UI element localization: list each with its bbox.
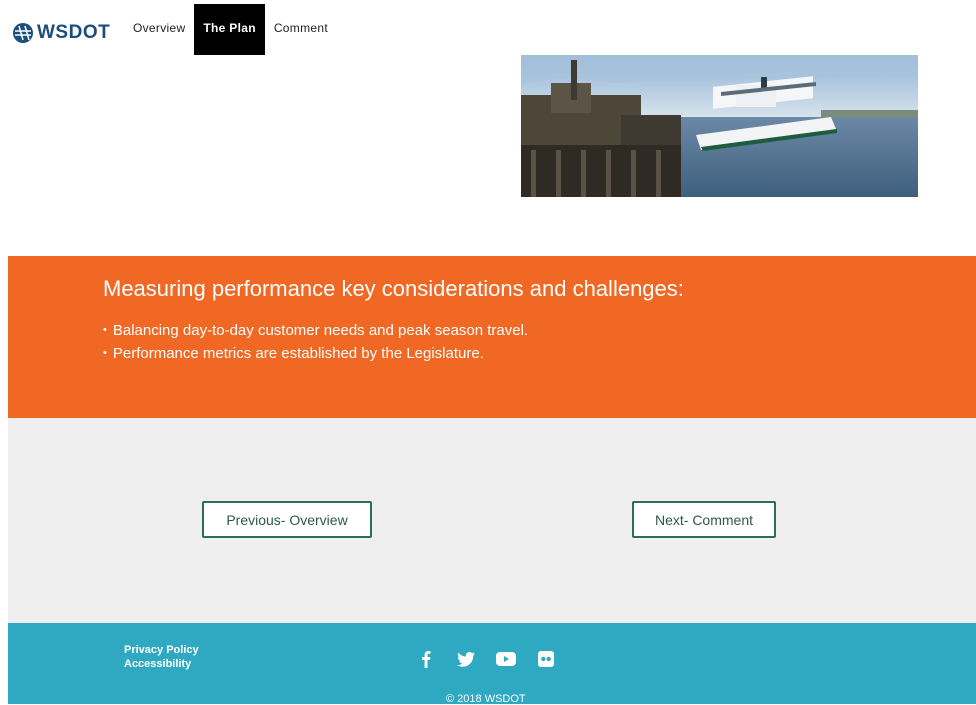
considerations-list: • Balancing day-to-day customer needs and… [103, 320, 528, 366]
ferry-photo-illustration [521, 55, 918, 197]
wsdot-mark-icon [13, 23, 33, 43]
facebook-icon[interactable] [416, 649, 436, 669]
nav-comment[interactable]: Comment [265, 4, 337, 38]
wsdot-logo[interactable]: WSDOT [12, 22, 110, 44]
nav-overview[interactable]: Overview [124, 4, 194, 38]
youtube-icon[interactable] [496, 649, 516, 669]
accessibility-link[interactable]: Accessibility [124, 657, 199, 671]
ferry-photo [521, 55, 918, 197]
list-item-text: Balancing day-to-day customer needs and … [112, 322, 529, 339]
list-item: • Balancing day-to-day customer needs and… [103, 320, 528, 343]
previous-overview-button[interactable]: Previous- Overview [202, 501, 372, 538]
flickr-icon[interactable] [536, 649, 556, 669]
privacy-policy-link[interactable]: Privacy Policy [124, 643, 199, 657]
considerations-section: Measuring performance key considerations… [8, 256, 976, 418]
pager-section: Previous- Overview Next- Comment [8, 418, 976, 623]
copyright-text: © 2018 WSDOT [446, 693, 526, 705]
site-footer: Privacy Policy Accessibility © 2018 WSDO… [8, 623, 976, 705]
considerations-heading: Measuring performance key considerations… [103, 276, 684, 301]
next-comment-button[interactable]: Next- Comment [632, 501, 776, 538]
footer-links: Privacy Policy Accessibility [124, 643, 199, 671]
list-item-text: Performance metrics are established by t… [112, 345, 484, 362]
twitter-icon[interactable] [456, 649, 476, 669]
bullet-icon: • [103, 347, 107, 359]
logo-text: WSDOT [37, 22, 111, 43]
nav-the-plan[interactable]: The Plan [194, 4, 265, 55]
bullet-icon: • [103, 324, 107, 336]
list-item: • Performance metrics are established by … [103, 343, 528, 366]
main-nav: Overview The Plan Comment [124, 4, 337, 55]
social-links [416, 649, 556, 669]
